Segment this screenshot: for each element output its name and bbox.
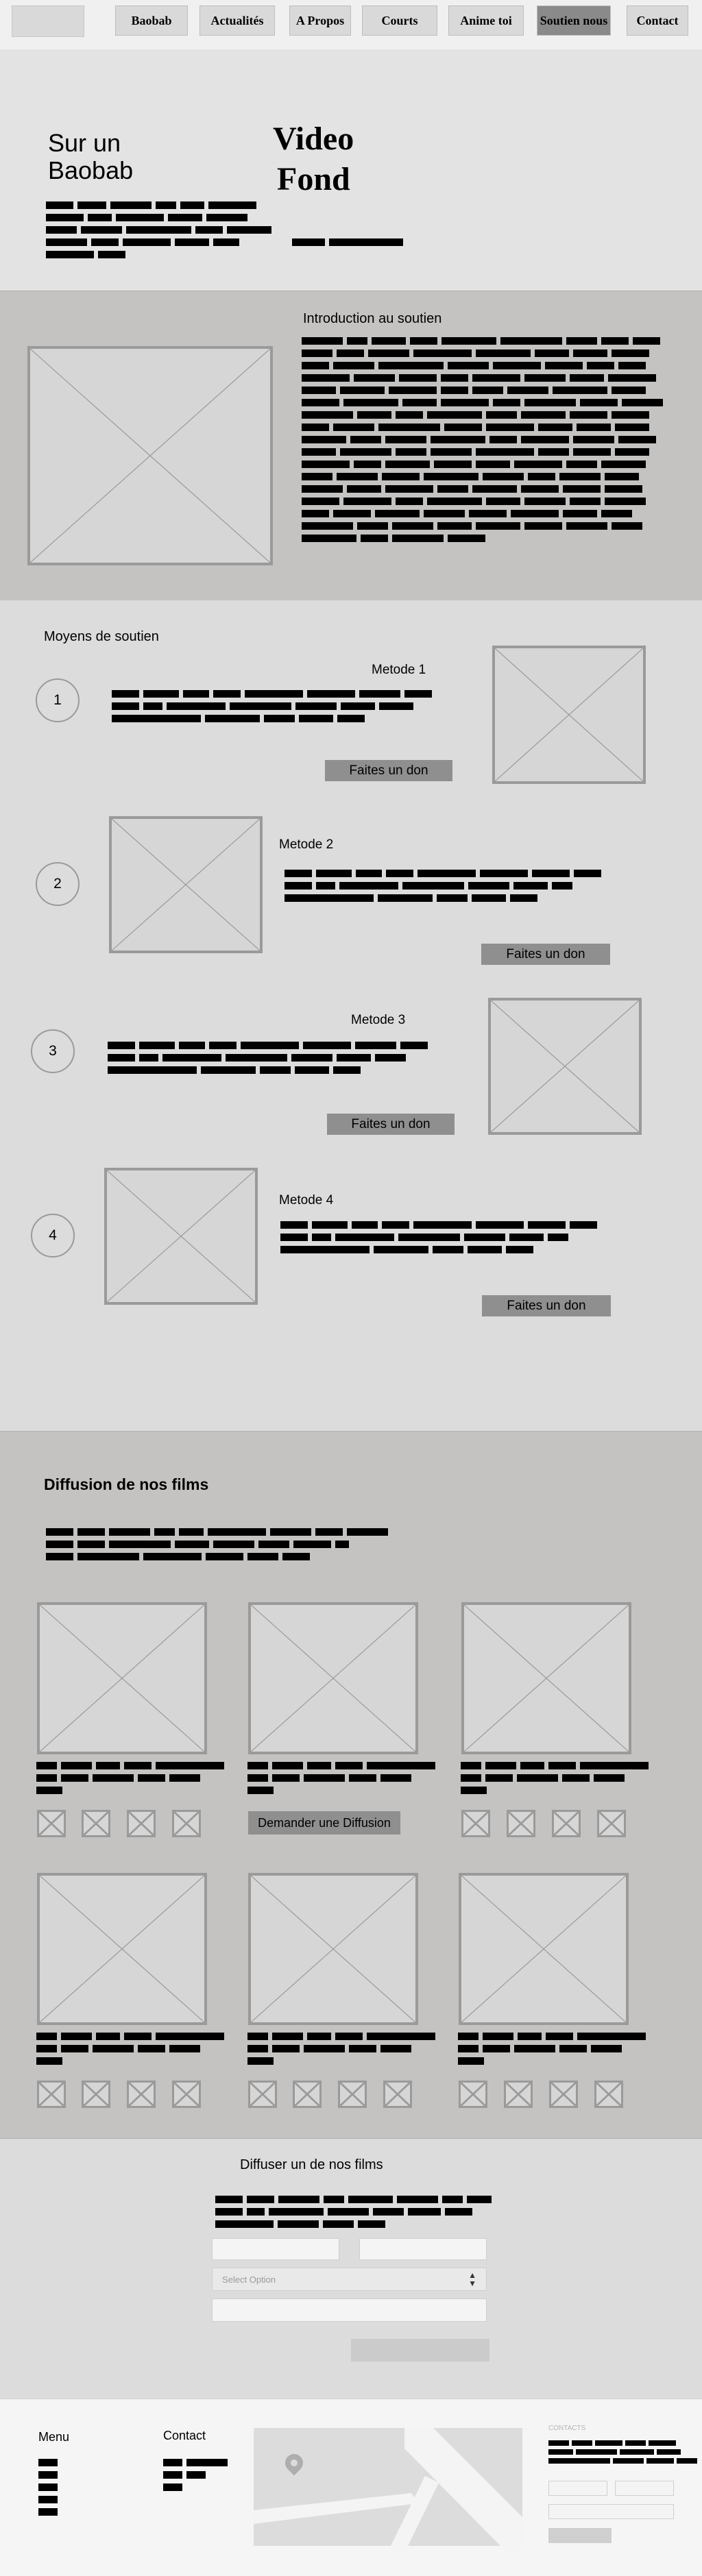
film-5-thumb-3[interactable] (338, 2081, 367, 2108)
intro-title: Introduction au soutien (303, 311, 442, 326)
chevron-up-down-icon: ▲ ▼ (468, 2270, 476, 2288)
form-submit-button[interactable] (351, 2339, 489, 2362)
video-label-line1: Video (273, 121, 354, 157)
footer-menu-items[interactable] (38, 2459, 58, 2520)
film-4-thumb-2[interactable] (82, 2081, 110, 2108)
method-4-text (280, 1221, 597, 1258)
film-5-image-placeholder (248, 1873, 418, 2025)
method-3-donate-button[interactable]: Faites un don (327, 1114, 455, 1135)
film-6-thumb-4[interactable] (594, 2081, 623, 2108)
nav-courts[interactable]: Courts (362, 5, 437, 36)
method-2-donate-button[interactable]: Faites un don (481, 944, 610, 965)
method-4-image-placeholder (104, 1168, 258, 1305)
method-2-text (285, 870, 601, 907)
hero-title-line2: Baobab (48, 156, 134, 184)
films-title: Diffusion de nos films (44, 1475, 209, 1493)
nav-contact[interactable]: Contact (627, 5, 688, 36)
footer-input-email[interactable] (615, 2481, 674, 2496)
film-1-text (36, 1762, 224, 1799)
method-4-donate-button[interactable]: Faites un don (482, 1295, 611, 1316)
film-3-thumb-2[interactable] (507, 1810, 535, 1837)
film-4-image-placeholder (37, 1873, 207, 2025)
video-caption-lines (292, 238, 403, 251)
film-3-image-placeholder (461, 1602, 631, 1754)
nav-soutien-nous[interactable]: Soutien nous (537, 5, 611, 36)
film-4-text (36, 2033, 224, 2070)
film-4-thumb-1[interactable] (37, 2081, 66, 2108)
select-option-dropdown[interactable]: Select Option ▲ ▼ (212, 2268, 487, 2291)
footer-contacts-text (548, 2440, 697, 2467)
intro-image-placeholder (27, 346, 273, 565)
method-1-number: 1 (36, 678, 80, 722)
nav-baobab[interactable]: Baobab (115, 5, 188, 36)
method-2-image-placeholder (109, 816, 263, 953)
request-diffusion-button[interactable]: Demander une Diffusion (248, 1811, 400, 1835)
method-2-number: 2 (36, 862, 80, 906)
film-6-text (458, 2033, 646, 2070)
method-1-text (112, 690, 432, 727)
films-intro-text (46, 1528, 388, 1565)
film-5-thumb-4[interactable] (383, 2081, 412, 2108)
film-3-thumb-1[interactable] (461, 1810, 490, 1837)
film-1-thumb-3[interactable] (127, 1810, 156, 1837)
form-title: Diffuser un de nos films (240, 2157, 383, 2172)
method-3-image-placeholder (488, 998, 642, 1135)
film-6-image-placeholder (459, 1873, 629, 2025)
nav-a-propos[interactable]: A Propos (289, 5, 351, 36)
footer-contact-title: Contact (163, 2429, 206, 2442)
footer-contacts-label: CONTACTS (548, 2425, 586, 2432)
method-3-number: 3 (31, 1029, 75, 1073)
film-2-image-placeholder (248, 1602, 418, 1754)
nav-actualites[interactable]: Actualités (199, 5, 275, 36)
hero-title-line1: Sur un (48, 129, 121, 157)
select-option-value: Select Option (222, 2274, 276, 2285)
film-1-image-placeholder (37, 1602, 207, 1754)
footer-map[interactable] (254, 2428, 522, 2546)
footer-input-name[interactable] (548, 2481, 607, 2496)
film-1-thumb-4[interactable] (172, 1810, 201, 1837)
film-3-text (461, 1762, 649, 1799)
method-4-title: Metode 4 (279, 1193, 334, 1207)
footer-send-button[interactable] (548, 2528, 612, 2543)
footer-input-message[interactable] (548, 2504, 674, 2519)
method-1-donate-button[interactable]: Faites un don (325, 760, 452, 781)
form-field-first[interactable] (212, 2238, 339, 2260)
form-message-field[interactable] (212, 2298, 487, 2322)
method-1-title: Metode 1 (372, 663, 426, 677)
form-description (215, 2196, 492, 2233)
method-3-text (108, 1042, 428, 1079)
hero-text-lines (46, 201, 271, 263)
form-field-second[interactable] (359, 2238, 487, 2260)
footer-contact-lines (163, 2459, 228, 2496)
film-3-thumb-3[interactable] (552, 1810, 581, 1837)
film-5-text (247, 2033, 435, 2070)
video-label-line2: Fond (277, 161, 350, 197)
method-1-image-placeholder (492, 646, 646, 784)
footer-menu-title: Menu (38, 2430, 70, 2444)
intro-text-lines (302, 337, 663, 547)
film-4-thumb-3[interactable] (127, 2081, 156, 2108)
support-title: Moyens de soutien (44, 629, 159, 644)
film-5-thumb-1[interactable] (248, 2081, 277, 2108)
film-2-text (247, 1762, 435, 1799)
film-4-thumb-4[interactable] (172, 2081, 201, 2108)
logo-placeholder[interactable] (12, 5, 84, 37)
film-6-thumb-2[interactable] (504, 2081, 533, 2108)
film-6-thumb-1[interactable] (459, 2081, 487, 2108)
nav-anime-toi[interactable]: Anime toi (448, 5, 524, 36)
method-2-title: Metode 2 (279, 837, 334, 852)
method-3-title: Metode 3 (351, 1013, 406, 1027)
film-5-thumb-2[interactable] (293, 2081, 322, 2108)
film-6-thumb-3[interactable] (549, 2081, 578, 2108)
film-1-thumb-2[interactable] (82, 1810, 110, 1837)
method-4-number: 4 (31, 1214, 75, 1258)
film-1-thumb-1[interactable] (37, 1810, 66, 1837)
film-3-thumb-4[interactable] (597, 1810, 626, 1837)
